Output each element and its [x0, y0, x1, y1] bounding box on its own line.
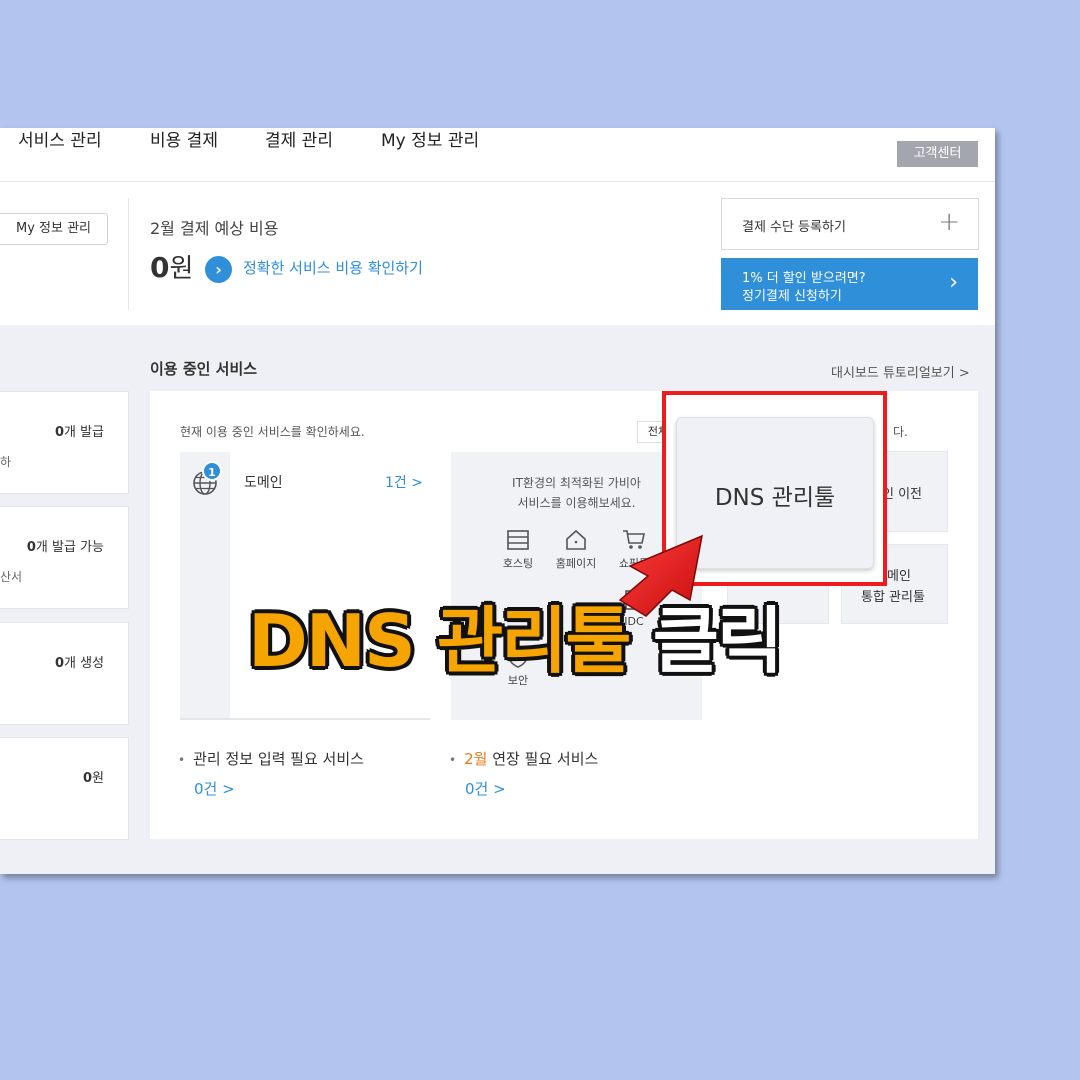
caption-main: DNS 관리툴: [248, 599, 632, 683]
left-card-created[interactable]: 0개 생성: [0, 622, 129, 725]
left-card-count: 0: [54, 656, 64, 671]
instruction-caption: DNS 관리툴 클릭: [248, 582, 783, 687]
renewal-label: 연장 필요 서비스: [487, 750, 599, 768]
register-payment-button[interactable]: 결제 수단 등록하기 +: [721, 198, 979, 250]
left-card-invoice[interactable]: 0개 발급 가능 산서: [0, 506, 129, 609]
home-icon: [566, 529, 586, 550]
renewal-month: 2월: [464, 750, 488, 768]
autopay-line1: 1% 더 할인 받으려면?: [742, 271, 866, 286]
bill-amount-unit: 원: [169, 254, 194, 284]
card-label-line1: 메인: [887, 569, 911, 584]
nav-billing[interactable]: 비용 결제: [150, 128, 218, 151]
left-card-count: 0: [82, 771, 93, 786]
renewal-count-link[interactable]: 0건 >: [465, 778, 506, 799]
services-tail-text: 다.: [893, 425, 908, 439]
tutorial-link[interactable]: 대시보드 튜토리얼보기 >: [831, 362, 970, 381]
divider: [128, 198, 129, 310]
promo-item-label: 쇼핑몰: [618, 557, 650, 570]
left-card-amount[interactable]: 0원: [0, 737, 129, 840]
bullet-icon: •: [449, 753, 457, 767]
bill-amount-value: 0: [150, 251, 170, 284]
left-card-certificate[interactable]: 0개 발급 하: [0, 391, 129, 494]
plus-icon: +: [938, 207, 960, 237]
server-icon: [507, 530, 529, 550]
customer-center-button[interactable]: 고객센터: [897, 141, 978, 167]
bullet-icon: •: [178, 753, 186, 767]
promo-homepage[interactable]: 홈페이지: [551, 529, 601, 571]
left-card-sub: 산서: [0, 570, 23, 584]
left-card-sub: 하: [0, 455, 12, 469]
autopay-line2: 정기결제 신청하기: [742, 289, 842, 304]
register-payment-label: 결제 수단 등록하기: [742, 220, 846, 235]
nav-my-info[interactable]: My 정보 관리: [381, 128, 479, 151]
chevron-right-icon[interactable]: ›: [205, 256, 232, 283]
domain-label: 도메인: [244, 475, 283, 491]
left-card-count: 0: [54, 425, 64, 440]
promo-hosting[interactable]: 호스팅: [493, 529, 543, 571]
promo-item-label: 호스팅: [502, 557, 534, 570]
left-card-value: 개 발급: [63, 425, 104, 440]
mgmt-info-label: 관리 정보 입력 필요 서비스: [193, 750, 364, 768]
left-card-value: 개 발급 가능: [35, 540, 104, 555]
domain-count-link[interactable]: 1건 >: [385, 472, 423, 492]
services-description: 현재 이용 중인 서비스를 확인하세요.: [180, 425, 365, 439]
highlight-box: DNS 관리툴: [662, 391, 887, 586]
services-title: 이용 중인 서비스: [150, 360, 258, 378]
card-label-line2: 통합 관리툴: [861, 590, 925, 605]
nav-service-management[interactable]: 서비스 관리: [18, 128, 102, 151]
bill-detail-link[interactable]: 정확한 서비스 비용 확인하기: [243, 257, 423, 278]
promo-shopping[interactable]: 쇼핑몰: [609, 529, 659, 571]
left-card-value: 원: [92, 771, 104, 786]
cart-icon: [623, 530, 645, 549]
bill-amount: 0원: [150, 248, 193, 285]
card-label: 인 이전: [882, 487, 923, 502]
summary-section: My 정보 관리 2월 결제 예상 비용 0원 › 정확한 서비스 비용 확인하…: [0, 182, 995, 325]
caption-action: 클릭: [652, 599, 783, 683]
bill-label: 2월 결제 예상 비용: [150, 219, 279, 238]
dns-tool-label: DNS 관리툴: [714, 485, 836, 511]
autopay-banner-button[interactable]: 1% 더 할인 받으려면? 정기결제 신청하기 ›: [721, 258, 978, 310]
chevron-right-icon: ›: [949, 270, 958, 295]
left-card-count: 0: [26, 540, 36, 555]
left-card-value: 개 생성: [63, 656, 104, 671]
dns-tool-button[interactable]: DNS 관리툴: [676, 417, 874, 569]
count-badge: 1: [202, 461, 222, 481]
renewal-needed: • 2월 연장 필요 서비스: [449, 748, 598, 769]
domain-icon-column: 1: [180, 452, 230, 718]
top-nav: 서비스 관리 비용 결제 결제 관리 My 정보 관리 고객센터: [0, 128, 995, 182]
promo-item-label: 홈페이지: [555, 557, 597, 570]
nav-payment-management[interactable]: 결제 관리: [265, 128, 333, 151]
mgmt-info-count-link[interactable]: 0건 >: [194, 778, 235, 799]
my-info-button[interactable]: My 정보 관리: [0, 213, 108, 245]
mgmt-info-needed: • 관리 정보 입력 필요 서비스: [178, 748, 364, 769]
